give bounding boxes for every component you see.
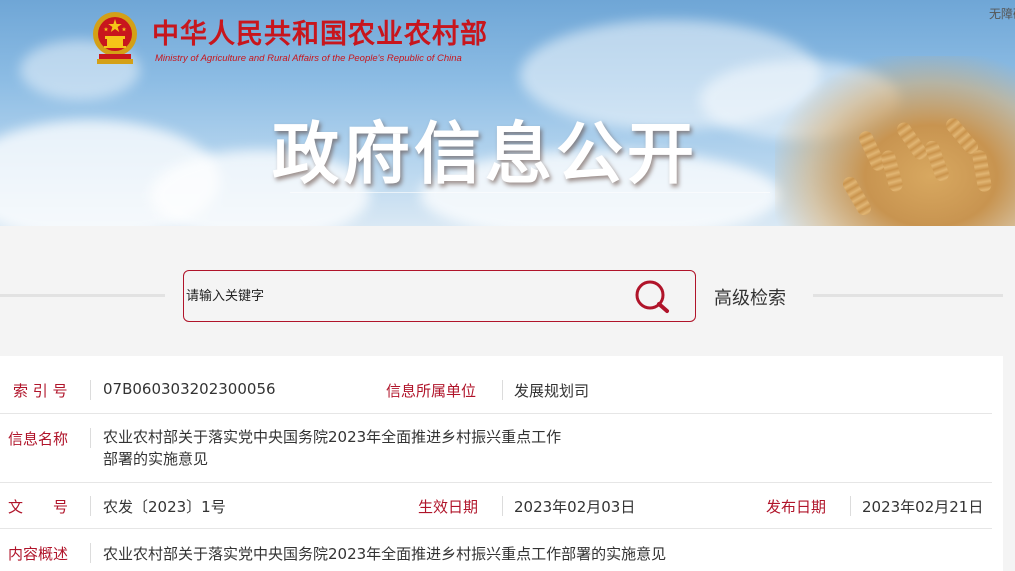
doc-number-value: 农发〔2023〕1号 xyxy=(103,498,226,516)
column-divider xyxy=(502,496,503,516)
search-icon[interactable] xyxy=(634,279,670,315)
index-label: 索 引 号 xyxy=(13,382,68,400)
column-divider xyxy=(502,380,503,400)
summary-label: 内容概述 xyxy=(8,545,69,563)
info-panel: 索 引 号 07B060303202300056 信息所属单位 发展规划司 信息… xyxy=(0,356,1003,571)
unit-label: 信息所属单位 xyxy=(386,382,477,400)
row-divider xyxy=(0,482,992,483)
name-label: 信息名称 xyxy=(8,430,69,448)
national-emblem-icon xyxy=(93,12,137,64)
divider-line xyxy=(813,294,1003,297)
page-title: 政府信息公开 xyxy=(272,115,698,193)
header-banner: 中华人民共和国农业农村部 Ministry of Agriculture and… xyxy=(0,0,1015,226)
title-divider xyxy=(290,192,770,193)
ministry-name-en: Ministry of Agriculture and Rural Affair… xyxy=(155,53,462,64)
index-value: 07B060303202300056 xyxy=(103,380,276,398)
search-box xyxy=(183,270,696,322)
publish-date-label: 发布日期 xyxy=(766,498,827,516)
column-divider xyxy=(850,496,851,516)
column-divider xyxy=(90,543,91,563)
effective-date-label: 生效日期 xyxy=(418,498,479,516)
advanced-search-link[interactable]: 高级检索 xyxy=(714,284,786,310)
column-divider xyxy=(90,428,91,448)
unit-value: 发展规划司 xyxy=(514,382,590,400)
accessibility-link[interactable]: 无障碍 xyxy=(989,5,1015,22)
ministry-name-cn: 中华人民共和国农业农村部 xyxy=(152,19,488,50)
search-input[interactable] xyxy=(186,285,616,307)
doc-number-label: 文 号 xyxy=(8,498,69,516)
column-divider xyxy=(90,496,91,516)
column-divider xyxy=(90,380,91,400)
row-divider xyxy=(0,413,992,414)
name-value: 农业农村部关于落实党中央国务院2023年全面推进乡村振兴重点工作部署的实施意见 xyxy=(103,428,562,468)
publish-date-value: 2023年02月21日 xyxy=(862,498,984,516)
divider-line xyxy=(0,294,165,297)
effective-date-value: 2023年02月03日 xyxy=(514,498,636,516)
summary-value: 农业农村部关于落实党中央国务院2023年全面推进乡村振兴重点工作部署的实施意见 xyxy=(103,545,667,563)
wheat-decoration xyxy=(775,56,1015,226)
row-divider xyxy=(0,528,992,529)
